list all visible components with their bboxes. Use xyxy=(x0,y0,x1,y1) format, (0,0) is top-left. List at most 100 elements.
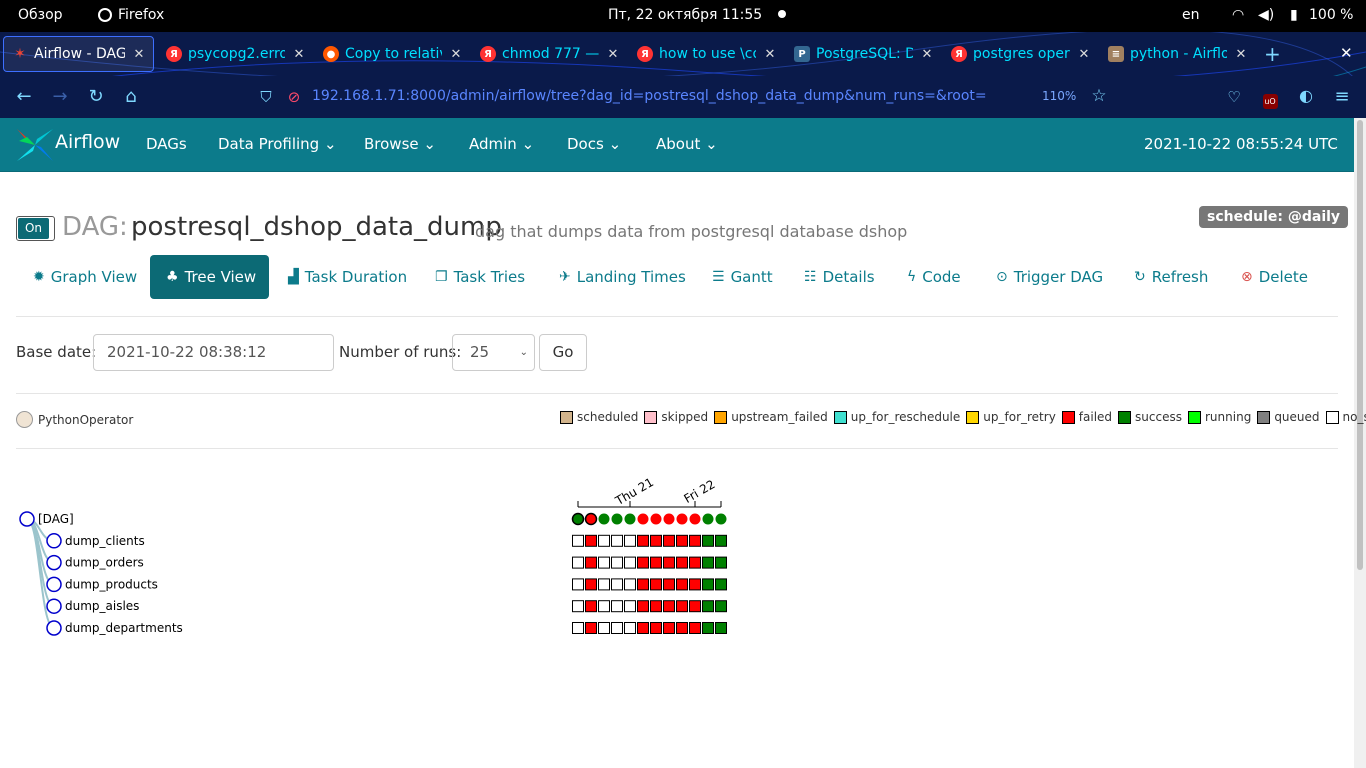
task-instance-square[interactable] xyxy=(676,556,688,569)
task-instance-square[interactable] xyxy=(663,534,675,547)
forward-icon[interactable]: → xyxy=(48,86,72,107)
task-instance-square[interactable] xyxy=(702,600,714,613)
task-instance-square[interactable] xyxy=(611,600,623,613)
menu-about[interactable]: About ⌄ xyxy=(656,135,718,153)
dag-run-circle[interactable] xyxy=(611,513,623,525)
task-instance-square[interactable] xyxy=(611,622,623,634)
tab-trigger-dag[interactable]: ⊙ Trigger DAG xyxy=(996,255,1103,299)
scrollbar-thumb[interactable] xyxy=(1357,120,1363,570)
go-button[interactable]: Go xyxy=(539,334,587,371)
task-instance-square[interactable] xyxy=(611,556,623,569)
dag-run-circle[interactable] xyxy=(715,513,727,525)
task-instance-square[interactable] xyxy=(572,600,584,613)
dag-toggle[interactable]: On xyxy=(16,216,55,241)
menu-dags[interactable]: DAGs xyxy=(146,135,187,153)
new-tab-button[interactable]: + xyxy=(1264,42,1281,66)
num-runs-select[interactable]: 25 ⌄ xyxy=(452,334,535,371)
tab-landing-times[interactable]: ✈ Landing Times xyxy=(559,255,686,299)
dag-run-circle[interactable] xyxy=(702,513,714,525)
task-node[interactable] xyxy=(46,576,62,593)
task-instance-square[interactable] xyxy=(663,622,675,634)
task-instance-square[interactable] xyxy=(598,622,610,634)
url-bar[interactable]: 192.168.1.71:8000/admin/airflow/tree?dag… xyxy=(312,88,987,104)
tab-gantt[interactable]: ☰ Gantt xyxy=(712,255,773,299)
dag-run-circle[interactable] xyxy=(676,513,688,525)
task-node[interactable] xyxy=(46,620,62,636)
activities-button[interactable]: Обзор xyxy=(18,7,63,23)
task-instance-square[interactable] xyxy=(585,578,597,591)
task-instance-square[interactable] xyxy=(637,534,649,547)
task-instance-square[interactable] xyxy=(611,534,623,547)
task-instance-square[interactable] xyxy=(663,578,675,591)
task-instance-square[interactable] xyxy=(676,578,688,591)
app-menu[interactable]: Firefox xyxy=(98,7,164,23)
tab-postgresql-docs[interactable]: P PostgreSQL: Do ✕ xyxy=(786,36,941,72)
task-node[interactable] xyxy=(46,598,62,614)
dag-run-circle[interactable] xyxy=(689,513,701,525)
keyboard-layout[interactable]: en xyxy=(1182,7,1200,23)
dag-run-circle[interactable] xyxy=(571,512,585,526)
task-instance-square[interactable] xyxy=(702,534,714,547)
airflow-logo-icon[interactable] xyxy=(15,125,55,165)
task-instance-square[interactable] xyxy=(572,578,584,591)
task-instance-square[interactable] xyxy=(663,600,675,613)
task-instance-square[interactable] xyxy=(702,556,714,569)
task-instance-square[interactable] xyxy=(689,534,701,547)
task-instance-square[interactable] xyxy=(689,600,701,613)
close-tab-icon[interactable]: ✕ xyxy=(762,47,778,62)
close-tab-icon[interactable]: ✕ xyxy=(919,47,935,62)
dag-run-circle[interactable] xyxy=(584,512,598,526)
task-instance-square[interactable] xyxy=(715,534,727,547)
task-instance-square[interactable] xyxy=(637,622,649,634)
task-instance-square[interactable] xyxy=(598,578,610,591)
task-node[interactable] xyxy=(46,554,62,571)
task-instance-square[interactable] xyxy=(689,578,701,591)
shield-icon[interactable]: ⛉ xyxy=(254,88,278,106)
task-instance-square[interactable] xyxy=(650,556,662,569)
close-tab-icon[interactable]: ✕ xyxy=(1233,47,1249,62)
clock[interactable]: Пт, 22 октября 11:55 xyxy=(608,7,762,23)
close-tab-icon[interactable]: ✕ xyxy=(291,47,307,62)
task-instance-square[interactable] xyxy=(650,534,662,547)
tab-refresh[interactable]: ↻ Refresh xyxy=(1134,255,1208,299)
menu-browse[interactable]: Browse ⌄ xyxy=(364,135,436,153)
tab-graph-view[interactable]: ✹ Graph View xyxy=(33,255,137,299)
tab-tree-view[interactable]: ♣ Tree View xyxy=(150,255,269,299)
menu-data-profiling[interactable]: Data Profiling ⌄ xyxy=(218,135,337,153)
extension-icon[interactable]: ◐ xyxy=(1294,86,1318,105)
reload-icon[interactable]: ↻ xyxy=(84,86,108,107)
wifi-icon[interactable]: ◠ xyxy=(1232,7,1244,23)
task-instance-square[interactable] xyxy=(624,534,636,547)
close-tab-icon[interactable]: ✕ xyxy=(448,47,464,62)
base-date-input[interactable]: 2021-10-22 08:38:12 xyxy=(93,334,334,371)
pocket-icon[interactable]: ♡ xyxy=(1222,88,1246,106)
task-instance-square[interactable] xyxy=(637,556,649,569)
task-instance-square[interactable] xyxy=(650,622,662,634)
close-tab-icon[interactable]: ✕ xyxy=(131,47,147,62)
task-instance-square[interactable] xyxy=(689,622,701,634)
home-icon[interactable]: ⌂ xyxy=(119,86,143,107)
zoom-level[interactable]: 110% xyxy=(1042,89,1076,103)
task-instance-square[interactable] xyxy=(624,622,636,634)
task-instance-square[interactable] xyxy=(598,556,610,569)
tab-copy-relative[interactable]: ● Copy to relative ✕ xyxy=(315,36,470,72)
task-instance-square[interactable] xyxy=(702,622,714,634)
insecure-lock-icon[interactable]: ⊘ xyxy=(282,88,306,106)
dag-run-circle[interactable] xyxy=(624,513,636,525)
task-instance-square[interactable] xyxy=(598,534,610,547)
task-instance-square[interactable] xyxy=(624,556,636,569)
bookmark-star-icon[interactable]: ☆ xyxy=(1087,86,1111,106)
task-instance-square[interactable] xyxy=(715,556,727,569)
task-instance-square[interactable] xyxy=(650,600,662,613)
tab-postgres-operator[interactable]: Я postgres opera ✕ xyxy=(943,36,1098,72)
battery-icon[interactable]: ▮ xyxy=(1290,7,1298,23)
tab-delete[interactable]: ⊗ Delete xyxy=(1241,255,1308,299)
dag-run-circle[interactable] xyxy=(663,513,675,525)
task-instance-square[interactable] xyxy=(598,600,610,613)
dag-run-circle[interactable] xyxy=(598,513,610,525)
tab-psycopg2[interactable]: Я psycopg2.errors ✕ xyxy=(158,36,313,72)
menu-docs[interactable]: Docs ⌄ xyxy=(567,135,621,153)
dag-run-circle[interactable] xyxy=(637,513,649,525)
close-tab-icon[interactable]: ✕ xyxy=(1076,47,1092,62)
tab-code[interactable]: ϟ Code xyxy=(907,255,961,299)
